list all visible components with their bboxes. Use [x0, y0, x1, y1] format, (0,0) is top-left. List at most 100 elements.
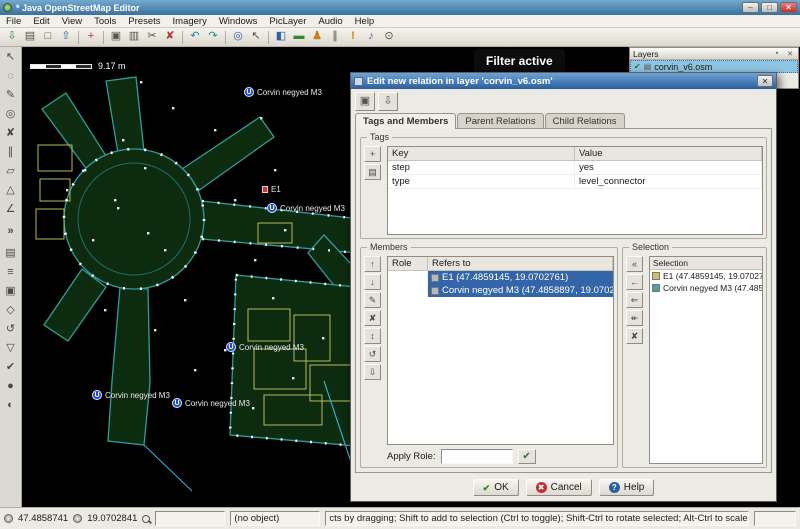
layers-panel-sticky-icon[interactable]: ▪: [772, 50, 782, 57]
angle-snap-tool-icon[interactable]: ∠: [2, 201, 20, 218]
members-col-refers-to: Refers to: [428, 257, 613, 270]
zoom-icon[interactable]: ◎: [230, 29, 246, 45]
pause-icon[interactable]: ∥: [327, 29, 343, 45]
audio-icon[interactable]: ♪: [363, 29, 379, 45]
move-down-icon[interactable]: ↓: [364, 274, 381, 290]
relations-panel-toggle-icon[interactable]: ◇: [2, 302, 20, 319]
add-selection-at-end-icon[interactable]: ↞: [626, 310, 643, 326]
add-selection-at-start-icon[interactable]: «: [626, 256, 643, 272]
zoom-tool-icon[interactable]: ◎: [2, 106, 20, 123]
tag-value-cell[interactable]: level_connector: [575, 175, 762, 188]
selection-row[interactable]: E1 (47.4859145, 19.0702761): [650, 270, 762, 282]
download-data-icon[interactable]: ⇩: [4, 29, 20, 45]
paste-icon[interactable]: ▥: [126, 29, 142, 45]
scissors-icon[interactable]: ✂: [144, 29, 160, 45]
tab-tags-and-members[interactable]: Tags and Members: [355, 113, 456, 129]
cancel-button[interactable]: ✖ Cancel: [526, 479, 592, 496]
tag-row[interactable]: step yes: [388, 161, 762, 175]
tags-table: Key Value step yes type level_connector: [387, 146, 763, 235]
menu-audio[interactable]: Audio: [312, 16, 348, 27]
apply-changes-icon[interactable]: ▣: [355, 92, 375, 111]
layers-panel-close-icon[interactable]: ✕: [785, 50, 795, 58]
selection-row[interactable]: Corvin negyed M3 (47.4858897,: [650, 282, 762, 294]
menu-view[interactable]: View: [56, 16, 88, 27]
close-button[interactable]: ✕: [780, 2, 797, 13]
edit-member-icon[interactable]: ✎: [364, 292, 381, 308]
minimize-button[interactable]: –: [742, 2, 759, 13]
save-icon[interactable]: ▤: [22, 29, 38, 45]
properties-panel-toggle-icon[interactable]: ≡: [2, 264, 20, 281]
commands-panel-toggle-icon[interactable]: ↺: [2, 321, 20, 338]
zoom-field[interactable]: [155, 511, 225, 526]
apply-role-confirm-icon[interactable]: ✔: [518, 449, 536, 464]
changeset-panel-toggle-icon[interactable]: ●: [2, 378, 20, 395]
more-tools-expander-icon[interactable]: »: [2, 223, 20, 240]
remove-member-icon[interactable]: ✘: [364, 310, 381, 326]
dialog-titlebar[interactable]: Edit new relation in layer 'corvin_v6.os…: [351, 73, 776, 89]
warning-icon[interactable]: !: [345, 29, 361, 45]
help-button[interactable]: ? Help: [599, 479, 655, 496]
tags-section-label: Tags: [367, 132, 392, 142]
tag-key-cell[interactable]: step: [388, 161, 575, 174]
menu-tools[interactable]: Tools: [88, 16, 122, 27]
menu-imagery[interactable]: Imagery: [167, 16, 213, 27]
dialog-close-button[interactable]: ✕: [757, 75, 773, 87]
window-titlebar[interactable]: * Java OpenStreetMap Editor – □ ✕: [0, 0, 800, 15]
crosshair-icon[interactable]: +: [83, 29, 99, 45]
download-incomplete-members-icon[interactable]: ⇩: [378, 92, 398, 111]
delete-tool-icon[interactable]: ✘: [2, 125, 20, 142]
search-icon[interactable]: ⊙: [381, 29, 397, 45]
menu-file[interactable]: File: [0, 16, 27, 27]
menu-windows[interactable]: Windows: [213, 16, 264, 27]
member-refers-cell[interactable]: Corvin negyed M3 (47.4858897, 19.0702808…: [428, 284, 613, 297]
selection-panel-toggle-icon[interactable]: ▣: [2, 283, 20, 300]
layer-visible-checkbox[interactable]: ✔: [634, 62, 641, 71]
tab-parent-relations[interactable]: Parent Relations: [457, 113, 543, 129]
improve-way-tool-icon[interactable]: △: [2, 182, 20, 199]
tab-child-relations[interactable]: Child Relations: [545, 113, 625, 129]
select-arrow-icon[interactable]: ↖: [248, 29, 264, 45]
redo-icon[interactable]: ↷: [205, 29, 221, 45]
add-tag-icon[interactable]: +: [364, 146, 381, 162]
parallel-way-tool-icon[interactable]: ∥: [2, 144, 20, 161]
tag-key-cell[interactable]: type: [388, 175, 575, 188]
member-row[interactable]: E1 (47.4859145, 19.0702761): [388, 271, 613, 284]
sort-members-icon[interactable]: ↕: [364, 328, 381, 344]
upload-icon[interactable]: ⇧: [58, 29, 74, 45]
maximize-button[interactable]: □: [761, 2, 778, 13]
layers-panel-toggle-icon[interactable]: ▤: [2, 245, 20, 262]
move-up-icon[interactable]: ↑: [364, 256, 381, 272]
ok-button[interactable]: ✔ OK: [473, 479, 519, 496]
paste-tags-icon[interactable]: ▤: [364, 164, 381, 180]
menu-help[interactable]: Help: [349, 16, 381, 27]
member-role-cell[interactable]: [388, 271, 428, 284]
lasso-tool-icon[interactable]: ◌: [2, 68, 20, 85]
apply-role-input[interactable]: [441, 449, 513, 464]
undo-icon[interactable]: ↶: [187, 29, 203, 45]
add-selection-after-icon[interactable]: ⇐: [626, 292, 643, 308]
member-row[interactable]: Corvin negyed M3 (47.4858897, 19.0702808…: [388, 284, 613, 297]
filter-panel-toggle-icon[interactable]: ▽: [2, 340, 20, 357]
menu-presets[interactable]: Presets: [122, 16, 166, 27]
tag-value-cell[interactable]: yes: [575, 161, 762, 174]
minimap-toggle-icon[interactable]: ◐: [2, 397, 20, 414]
menu-edit[interactable]: Edit: [27, 16, 55, 27]
copy-icon[interactable]: ▣: [108, 29, 124, 45]
validator-panel-toggle-icon[interactable]: ✔: [2, 359, 20, 376]
member-refers-cell[interactable]: E1 (47.4859145, 19.0702761): [428, 271, 613, 284]
remove-selected-members-icon[interactable]: ✘: [626, 328, 643, 344]
car-icon[interactable]: ◧: [273, 29, 289, 45]
menu-piclayer[interactable]: PicLayer: [263, 16, 312, 27]
reverse-order-icon[interactable]: ↺: [364, 346, 381, 362]
tag-row[interactable]: type level_connector: [388, 175, 762, 189]
delete-icon[interactable]: ✘: [162, 29, 178, 45]
add-selection-before-icon[interactable]: ←: [626, 274, 643, 290]
pedestrian-icon[interactable]: ♟: [309, 29, 325, 45]
member-role-cell[interactable]: [388, 284, 428, 297]
download-members-icon[interactable]: ⇩: [364, 364, 381, 380]
bus-icon[interactable]: ▬: [291, 29, 307, 45]
select-tool-icon[interactable]: ↖: [2, 49, 20, 66]
extrude-tool-icon[interactable]: ▱: [2, 163, 20, 180]
draw-node-tool-icon[interactable]: ✎: [2, 87, 20, 104]
open-file-icon[interactable]: □: [40, 29, 56, 45]
